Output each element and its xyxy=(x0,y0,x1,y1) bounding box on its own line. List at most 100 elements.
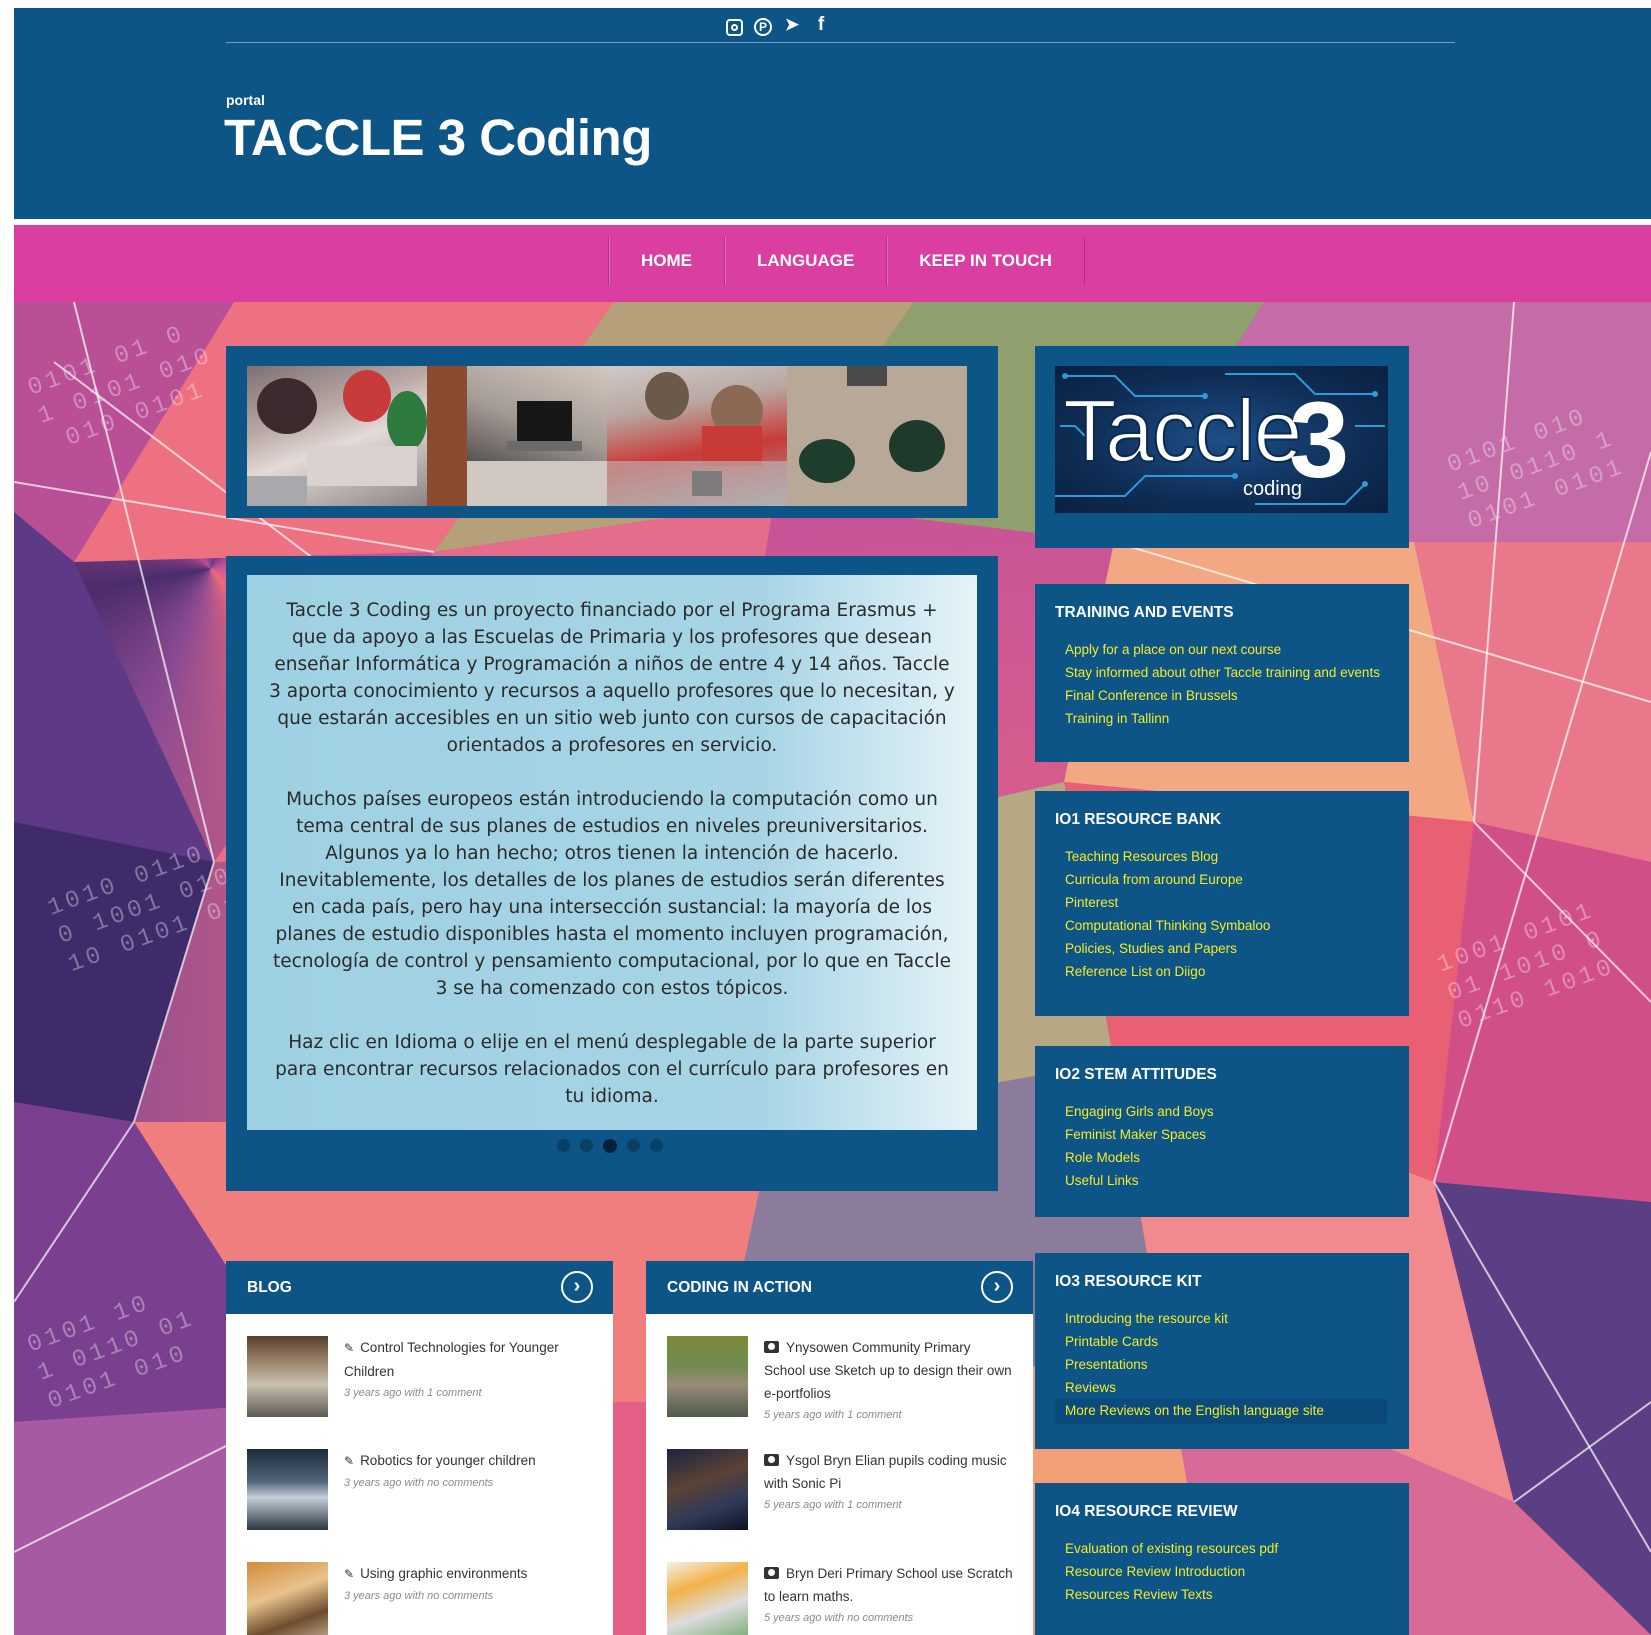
taccle-3-logo[interactable]: Taccle 3 coding xyxy=(1055,366,1388,513)
logo-subtitle: coding xyxy=(1243,478,1302,500)
camera-icon xyxy=(764,1341,779,1353)
post-thumbnail[interactable] xyxy=(247,1449,328,1530)
widget-link[interactable]: Apply for a place on our next course xyxy=(1055,638,1389,661)
widget-link[interactable]: Useful Links xyxy=(1055,1169,1389,1192)
widget-link[interactable]: Resources Review Texts xyxy=(1055,1583,1389,1606)
widget-io3-resource-kit: IO3 RESOURCE KIT Introducing the resourc… xyxy=(1035,1253,1409,1449)
widget-link[interactable]: Reviews xyxy=(1055,1376,1389,1399)
post-thumbnail[interactable] xyxy=(247,1336,328,1417)
widget-link[interactable]: Computational Thinking Symbaloo xyxy=(1055,914,1389,937)
pinterest-icon[interactable]: P xyxy=(754,17,772,36)
blog-post: ✎ Control Technologies for Younger Childr… xyxy=(247,1336,597,1426)
post-title-link[interactable]: ✎ Control Technologies for Younger Childr… xyxy=(344,1336,594,1383)
main-nav: HOME LANGUAGE KEEP IN TOUCH xyxy=(14,225,1651,302)
widget-link[interactable]: Introducing the resource kit xyxy=(1055,1307,1389,1330)
widget-link-hovered[interactable]: More Reviews on the English language sit… xyxy=(1055,1399,1385,1422)
post-meta: 3 years ago with no comments xyxy=(344,1590,594,1602)
slider-dot[interactable] xyxy=(557,1139,570,1152)
slider-photo xyxy=(607,366,787,506)
blog-post: ✎ Robotics for younger children 3 years a… xyxy=(247,1449,597,1539)
post-title[interactable]: Bryn Deri Primary School use Scratch to … xyxy=(764,1566,1013,1604)
post-comments[interactable]: no comments xyxy=(847,1612,913,1624)
widget-io1-resource-bank: IO1 RESOURCE BANK Teaching Resources Blo… xyxy=(1035,791,1409,1016)
widget-io4-resource-review: IO4 RESOURCE REVIEW Evaluation of existi… xyxy=(1035,1483,1409,1635)
coding-post: Ynysowen Community Primary School use Sk… xyxy=(667,1336,1017,1441)
instagram-icon[interactable] xyxy=(726,18,743,36)
post-title[interactable]: Robotics for younger children xyxy=(360,1453,536,1468)
post-title-link[interactable]: Ynysowen Community Primary School use Sk… xyxy=(764,1336,1014,1405)
post-meta: 5 years ago with 1 comment xyxy=(764,1499,1014,1511)
widget-title: TRAINING AND EVENTS xyxy=(1055,604,1234,621)
pencil-icon: ✎ xyxy=(344,1454,355,1468)
widget-link[interactable]: Final Conference in Brussels xyxy=(1055,684,1389,707)
post-comments[interactable]: 1 comment xyxy=(847,1499,901,1511)
widget-io2-stem-attitudes: IO2 STEM ATTITUDES Engaging Girls and Bo… xyxy=(1035,1046,1409,1217)
widget-link[interactable]: Presentations xyxy=(1055,1353,1389,1376)
post-title[interactable]: Ynysowen Community Primary School use Sk… xyxy=(764,1340,1012,1401)
widget-link[interactable]: Engaging Girls and Boys xyxy=(1055,1100,1389,1123)
slider-dot[interactable] xyxy=(580,1139,593,1152)
post-title[interactable]: Using graphic environments xyxy=(360,1566,527,1581)
widget-link[interactable]: Printable Cards xyxy=(1055,1330,1389,1353)
nav-keep-in-touch[interactable]: KEEP IN TOUCH xyxy=(886,237,1085,285)
widget-link[interactable]: Role Models xyxy=(1055,1146,1389,1169)
camera-icon xyxy=(764,1454,779,1466)
post-comments[interactable]: no comments xyxy=(427,1477,493,1489)
post-thumbnail[interactable] xyxy=(667,1449,748,1530)
twitter-icon[interactable]: ➤ xyxy=(783,12,801,38)
slider-dot[interactable] xyxy=(650,1139,663,1152)
widget-link[interactable]: Resource Review Introduction xyxy=(1055,1560,1389,1583)
photo-boys-robot xyxy=(607,372,787,506)
slider-dot-active[interactable] xyxy=(603,1139,617,1153)
widget-link[interactable]: Stay informed about other Taccle trainin… xyxy=(1055,661,1389,684)
social-links: P ➤ f xyxy=(726,12,830,38)
post-comments[interactable]: no comments xyxy=(427,1590,493,1602)
post-age: 3 years ago with xyxy=(344,1590,428,1602)
facebook-icon[interactable]: f xyxy=(812,12,830,38)
post-thumbnail[interactable] xyxy=(247,1562,328,1635)
post-thumbnail[interactable] xyxy=(667,1562,748,1635)
post-title-link[interactable]: Ysgol Bryn Elian pupils coding music wit… xyxy=(764,1449,1014,1495)
widget-link[interactable]: Curricula from around Europe xyxy=(1055,868,1389,891)
nav-list: HOME LANGUAGE KEEP IN TOUCH xyxy=(608,237,1085,285)
post-title[interactable]: Control Technologies for Younger Childre… xyxy=(344,1340,559,1379)
widget-link[interactable]: Teaching Resources Blog xyxy=(1055,845,1389,868)
chevron-right-icon[interactable]: › xyxy=(561,1271,593,1303)
header-divider xyxy=(226,42,1455,43)
post-title[interactable]: Ysgol Bryn Elian pupils coding music wit… xyxy=(764,1453,1007,1491)
photo-laptop xyxy=(427,366,607,506)
widget-link[interactable]: Policies, Studies and Papers xyxy=(1055,937,1389,960)
post-comments[interactable]: 1 comment xyxy=(847,1409,901,1421)
post-age: 5 years ago with xyxy=(764,1612,848,1624)
post-title-link[interactable]: ✎ Robotics for younger children xyxy=(344,1449,594,1473)
site-title[interactable]: TACCLE 3 Coding xyxy=(224,108,652,167)
post-body: Bryn Deri Primary School use Scratch to … xyxy=(764,1562,1014,1624)
post-age: 5 years ago with xyxy=(764,1499,848,1511)
post-title-link[interactable]: ✎ Using graphic environments xyxy=(344,1562,594,1586)
post-title-link[interactable]: Bryn Deri Primary School use Scratch to … xyxy=(764,1562,1014,1608)
slider-dot[interactable] xyxy=(627,1139,640,1152)
blog-section: BLOG › ✎ Control Technologies for Younger… xyxy=(226,1261,613,1635)
post-body: ✎ Control Technologies for Younger Childr… xyxy=(344,1336,594,1399)
widget-title: IO4 RESOURCE REVIEW xyxy=(1055,1503,1238,1520)
widget-link[interactable]: Pinterest xyxy=(1055,891,1389,914)
intro-paragraph: Taccle 3 Coding es un proyecto financiad… xyxy=(269,600,955,756)
nav-home[interactable]: HOME xyxy=(608,237,724,285)
nav-language[interactable]: LANGUAGE xyxy=(724,237,886,285)
widget-link[interactable]: Evaluation of existing resources pdf xyxy=(1055,1537,1389,1560)
coding-title: CODING IN ACTION xyxy=(667,1279,812,1296)
page: P ➤ f portal TACCLE 3 Coding HOME LANGUA… xyxy=(14,8,1651,1635)
widget-link[interactable]: Feminist Maker Spaces xyxy=(1055,1123,1389,1146)
logo-wordmark: Taccle xyxy=(1062,380,1303,481)
intro-text-box: Taccle 3 Coding es un proyecto financiad… xyxy=(247,575,977,1130)
post-comments[interactable]: 1 comment xyxy=(427,1387,481,1399)
post-age: 5 years ago with xyxy=(764,1409,848,1421)
widget-link[interactable]: Training in Tallinn xyxy=(1055,707,1389,730)
chevron-right-icon[interactable]: › xyxy=(981,1271,1013,1303)
taccle-logo-panel: Taccle 3 coding xyxy=(1035,346,1409,548)
coding-post: Bryn Deri Primary School use Scratch to … xyxy=(667,1562,1017,1635)
slider-photo xyxy=(247,366,427,506)
photo-slider xyxy=(226,346,998,518)
widget-link[interactable]: Reference List on Diigo xyxy=(1055,960,1389,983)
post-thumbnail[interactable] xyxy=(667,1336,748,1417)
